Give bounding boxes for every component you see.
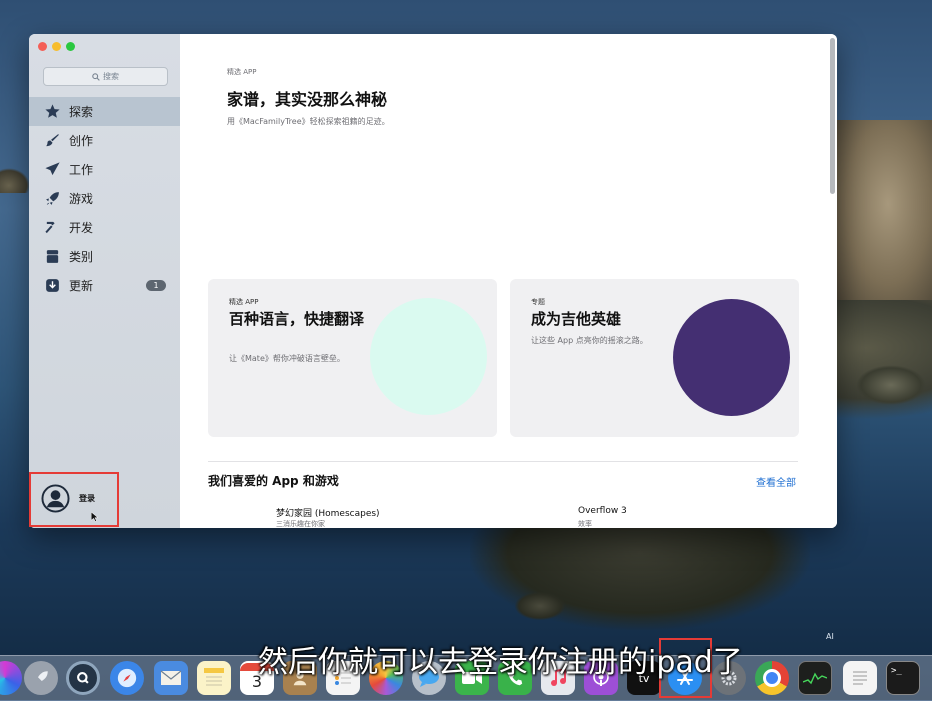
download-icon [43,277,61,295]
sidebar-item-label: 类别 [69,250,94,264]
chrome-center [763,669,781,687]
vertical-scrollbar[interactable] [830,38,835,194]
star-icon [43,103,61,121]
featured-card[interactable]: 专题 成为吉他英雄 让这些 App 点亮你的摇滚之路。 [510,279,799,437]
card-title: 百种语言，快捷翻译 [229,310,365,328]
section-divider [208,461,798,462]
sidebar-item-games[interactable]: 游戏 [29,184,180,213]
updates-badge: 1 [146,280,166,291]
desktop-rock-small [856,365,926,405]
desktop-rock [515,592,565,620]
video-subtitle: 然后你就可以去登录你注册的ipad了 [258,645,743,680]
card-subtitle: 让《Mate》帮你冲破语言壁垒。 [229,354,345,363]
textedit-icon[interactable] [843,661,877,695]
hero-title[interactable]: 家谱，其实没那么神秘 [227,86,387,110]
sidebar-item-label: 探索 [69,105,94,119]
search-icon [92,72,100,81]
activity-monitor-icon[interactable] [798,661,832,695]
card-title: 成为吉他英雄 [531,310,622,328]
brush-icon [43,132,61,150]
app-store-window: 搜索 探索 创作 工作 游戏 开发 类别 更新 1 登录 精选 APP 家谱，其… [29,34,837,528]
highlight-box-login [29,472,119,527]
desktop-island-left [0,168,30,193]
sidebar-item-discover[interactable]: 探索 [29,97,180,126]
sidebar-item-label: 创作 [69,134,94,148]
paper-plane-icon [43,161,61,179]
sidebar: 搜索 探索 创作 工作 游戏 开发 类别 更新 1 登录 [29,34,181,528]
sidebar-item-work[interactable]: 工作 [29,155,180,184]
featured-card[interactable]: 精选 APP 百种语言，快捷翻译 让《Mate》帮你冲破语言壁垒。 [208,279,497,437]
window-maximize-button[interactable] [66,42,75,51]
terminal-icon[interactable]: >_ [886,661,920,695]
desktop-island-right [822,120,932,330]
see-all-link[interactable]: 查看全部 [756,474,796,489]
app-subtitle: 三消乐趣在你家 [276,520,325,528]
sidebar-item-label: 工作 [69,163,94,177]
hero-subtitle: 用《MacFamilyTree》轻松探索祖籍的足迹。 [227,117,390,126]
rocket-icon [43,190,61,208]
card-subtitle: 让这些 App 点亮你的摇滚之路。 [531,336,648,345]
quicktime-icon[interactable] [66,661,100,695]
sidebar-item-label: 游戏 [69,192,94,206]
search-placeholder: 搜索 [103,72,119,81]
launchpad-icon[interactable] [24,661,58,695]
app-name[interactable]: 梦幻家园 (Homescapes) [276,506,380,519]
app-name[interactable]: Overflow 3 [578,506,627,516]
window-minimize-button[interactable] [52,42,61,51]
sidebar-item-label: 开发 [69,221,94,235]
sidebar-item-categories[interactable]: 类别 [29,242,180,271]
section-title: 我们喜爱的 App 和游戏 [208,474,339,488]
card-eyebrow: 专题 [531,298,545,306]
window-close-button[interactable] [38,42,47,51]
layers-icon [43,248,61,266]
main-content: 精选 APP 家谱，其实没那么神秘 用《MacFamilyTree》轻松探索祖籍… [180,34,837,528]
chrome-icon[interactable] [755,661,789,695]
search-input[interactable]: 搜索 [43,67,168,86]
hero-eyebrow: 精选 APP [227,68,257,76]
card-artwork [673,299,790,416]
safari-icon[interactable] [110,661,144,695]
sidebar-item-develop[interactable]: 开发 [29,213,180,242]
sidebar-item-label: 更新 [69,279,94,293]
sidebar-item-create[interactable]: 创作 [29,126,180,155]
hammer-icon [43,219,61,237]
notes-icon[interactable] [197,661,231,695]
card-artwork [370,298,487,415]
sidebar-item-updates[interactable]: 更新 1 [29,271,180,300]
card-eyebrow: 精选 APP [229,298,259,306]
app-subtitle: 效率 [578,520,592,528]
mail-icon[interactable] [154,661,188,695]
ai-watermark: AI [826,632,834,641]
